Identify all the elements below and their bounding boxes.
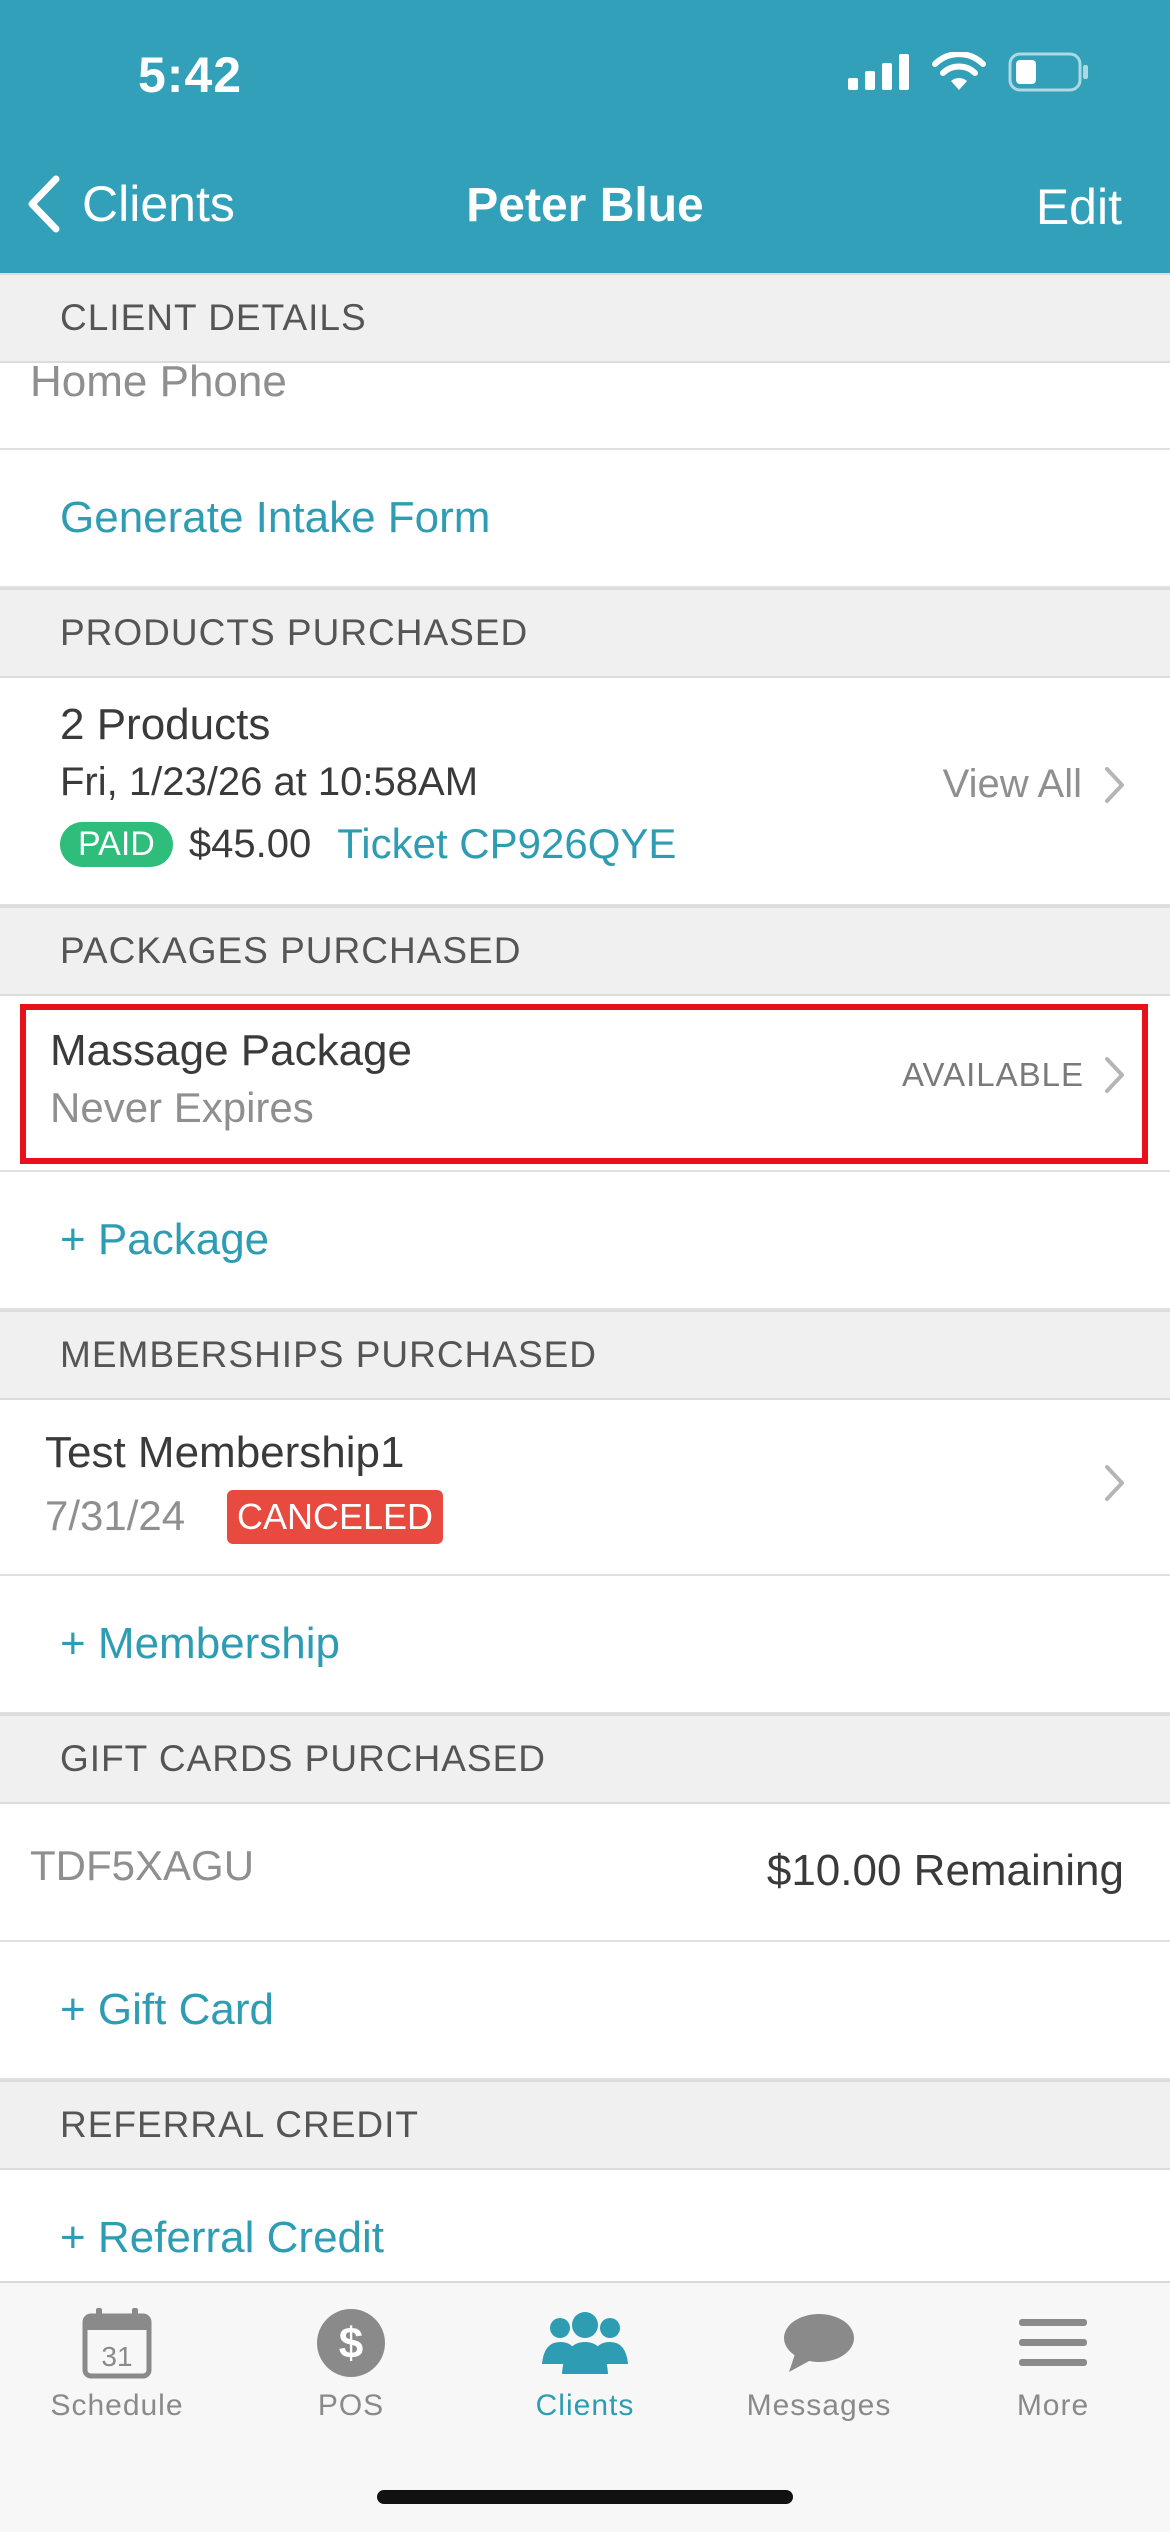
generate-intake-form-button[interactable]: Generate Intake Form [0,450,1170,588]
gift-card-row[interactable]: TDF5XAGU $10.00 Remaining [0,1804,1170,1942]
tab-more-label: More [1016,2389,1090,2422]
gift-card-remaining: $10.00 Remaining [766,1846,1124,1895]
clients-icon [542,2312,628,2374]
gift-card-code: TDF5XAGU [30,1842,255,1889]
chevron-right-icon [1105,1465,1124,1501]
add-referral-credit-button[interactable]: + Referral Credit [0,2170,1170,2281]
section-header-memberships: MEMBERSHIPS PURCHASED [0,1310,1170,1400]
chat-icon [784,2314,854,2372]
back-label: Clients [82,176,235,232]
package-row-massage[interactable]: Massage Package Never Expires AVAILABLE [0,996,1170,1172]
tab-messages-label: Messages [746,2389,892,2422]
products-count: 2 Products [60,700,271,749]
calendar-icon: 31 [82,2308,152,2379]
membership-row[interactable]: Test Membership1 7/31/24 CANCELED [0,1400,1170,1576]
app-header: 5:42 Clients Peter Blue Edit [0,0,1170,273]
section-header-client-details: CLIENT DETAILS [0,273,1170,363]
package-title: Massage Package [50,1026,412,1075]
signal-icon [848,54,909,90]
view-all-products-button[interactable]: View All [943,762,1126,807]
svg-text:31: 31 [101,2341,132,2372]
edit-button[interactable]: Edit [1036,178,1122,236]
chevron-left-icon [28,175,60,233]
tab-pos-label: POS [317,2389,385,2422]
section-header-products: PRODUCTS PURCHASED [0,588,1170,678]
paid-amount: $45.00 [188,821,312,866]
chevron-right-icon [1105,766,1124,803]
home-phone-label: Home Phone [30,357,287,406]
payment-info: PAID $45.00 Ticket CP926QYE [60,820,676,868]
chevron-right-icon [1105,1057,1124,1093]
status-time: 5:42 [138,47,243,103]
battery-icon [1008,52,1088,92]
tab-schedule[interactable]: 31 Schedule [0,2303,234,2423]
menu-icon [1019,2319,1087,2366]
svg-text:$: $ [339,2319,363,2368]
add-package-button[interactable]: + Package [0,1172,1170,1310]
dollar-icon: $ [317,2309,385,2377]
membership-date: 7/31/24 [45,1492,186,1539]
package-status-label: AVAILABLE [901,1056,1084,1093]
package-status: AVAILABLE [902,1056,1126,1094]
products-date: Fri, 1/23/26 at 10:58AM [60,760,479,804]
paid-badge: PAID [60,821,173,867]
package-expiry: Never Expires [50,1084,314,1131]
status-icons [848,52,1090,92]
home-indicator [377,2490,793,2504]
add-membership-button[interactable]: + Membership [0,1576,1170,1714]
page-title: Peter Blue [466,179,704,232]
tab-schedule-label: Schedule [50,2389,184,2422]
canceled-badge: CANCELED [227,1490,444,1544]
tab-pos[interactable]: $ POS [234,2303,468,2423]
add-gift-card-button[interactable]: + Gift Card [0,1942,1170,2080]
tab-messages[interactable]: Messages [702,2303,936,2423]
section-header-packages: PACKAGES PURCHASED [0,906,1170,996]
home-phone-row[interactable]: Home Phone [0,357,1170,450]
ticket-link[interactable]: Ticket CP926QYE [337,820,676,868]
products-row[interactable]: 2 Products Fri, 1/23/26 at 10:58AM PAID … [0,678,1170,906]
section-header-referral: REFERRAL CREDIT [0,2080,1170,2170]
tab-more[interactable]: More [936,2303,1170,2423]
tab-clients[interactable]: Clients [468,2303,702,2423]
wifi-icon [932,52,986,90]
back-button[interactable]: Clients [26,175,235,233]
section-header-gift-cards: GIFT CARDS PURCHASED [0,1714,1170,1804]
view-all-label: View All [942,762,1082,806]
client-detail-scroll[interactable]: CLIENT DETAILS Home Phone Generate Intak… [0,273,1170,2281]
membership-title: Test Membership1 [45,1428,405,1477]
tab-clients-label: Clients [535,2389,635,2422]
